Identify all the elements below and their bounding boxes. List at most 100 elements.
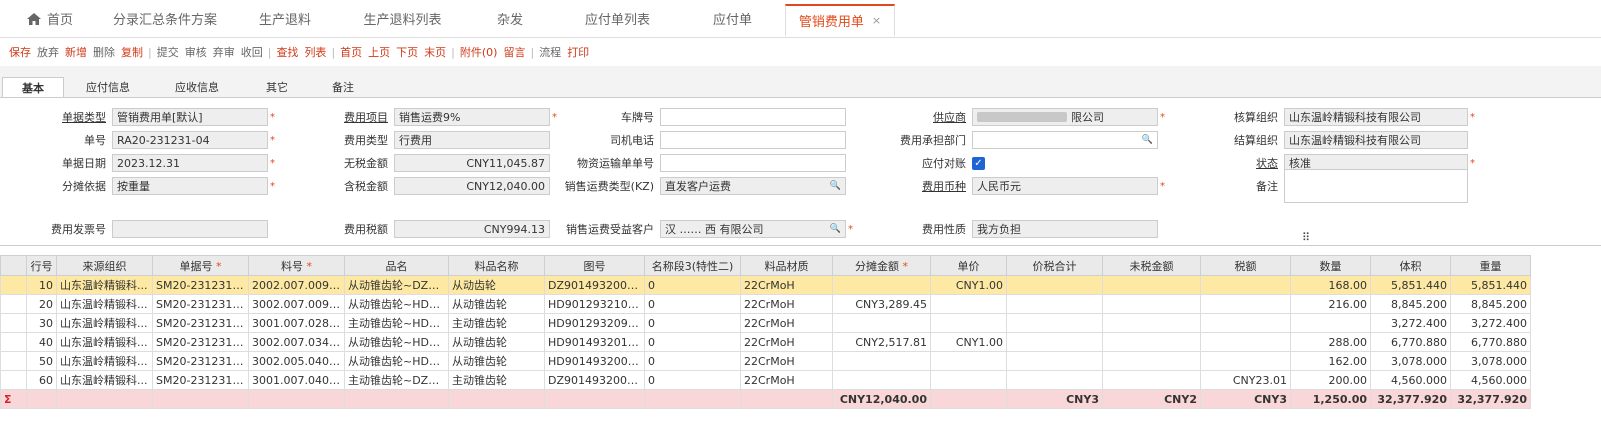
field-input[interactable]: 行费用 [394, 131, 550, 149]
field-label[interactable]: 供应商 [860, 109, 972, 125]
table-row[interactable]: 60 山东温岭精锻科... SM20-231231008 3001.007.04000… [0, 370, 1531, 390]
grid-settings-icon[interactable]: ⠿ [1302, 231, 1310, 244]
column-header[interactable]: 分摊金额 * [832, 255, 931, 276]
field-input[interactable]: 直发客户运费 🔍 [660, 177, 846, 195]
field-input[interactable]: 限公司 [972, 108, 1158, 126]
toolbar-button-9[interactable]: 查找 [273, 44, 301, 60]
field-label[interactable]: 单据类型 [0, 109, 112, 125]
column-header[interactable]: 行号 [26, 255, 57, 276]
field-input[interactable]: 我方负担 [972, 220, 1158, 238]
column-header[interactable]: 单据号 * [152, 255, 249, 276]
tab-1[interactable]: 分录汇总条件方案 [100, 0, 230, 37]
search-icon[interactable]: 🔍 [830, 181, 841, 191]
column-header-label: 体积 [1399, 259, 1422, 273]
toolbar-button-14[interactable]: 末页 [421, 44, 449, 60]
field-label[interactable]: 费用项目 [282, 109, 394, 125]
close-icon[interactable]: × [872, 14, 881, 27]
field-input[interactable]: CNY11,045.87 [394, 154, 550, 172]
field-input[interactable]: CNY994.13 [394, 220, 550, 238]
field-label[interactable]: 状态 [1172, 155, 1284, 171]
column-header[interactable]: 料品材质 [740, 255, 833, 276]
table-row[interactable]: 40 山东温岭精锻科... SM20-231231008 3002.007.03485… [0, 332, 1531, 352]
toolbar-button-11[interactable]: 首页 [337, 44, 365, 60]
toolbar-button-2[interactable]: 新增 [62, 44, 90, 60]
table-cell: HD90129320999 [544, 313, 645, 333]
table-cell [0, 351, 27, 371]
column-header[interactable] [0, 255, 27, 276]
field-label: 单号 [84, 134, 106, 147]
toolbar-button-13[interactable]: 下页 [393, 44, 421, 60]
toolbar-button-7[interactable]: 弃审 [210, 44, 238, 60]
search-icon[interactable]: 🔍 [1142, 135, 1153, 145]
table-cell: 8,845.200 [1450, 294, 1531, 314]
column-header[interactable]: 单价 [930, 255, 1007, 276]
field-input[interactable]: CNY12,040.00 [394, 177, 550, 195]
field-input[interactable]: 销售运费9% [394, 108, 550, 126]
field-input[interactable]: 2023.12.31 [112, 154, 268, 172]
search-icon[interactable]: 🔍 [830, 224, 841, 234]
toolbar-button-0[interactable]: 保存 [6, 44, 34, 60]
toolbar-button-8[interactable]: 收回 [238, 44, 266, 60]
toolbar-button-1[interactable]: 放弃 [34, 44, 62, 60]
field-label[interactable]: 费用币种 [860, 178, 972, 194]
field-input[interactable]: 山东温岭精锻科技有限公司 [1284, 131, 1468, 149]
toolbar-button-16[interactable]: 留言 [500, 44, 528, 60]
subtab-2[interactable]: 应收信息 [152, 77, 242, 97]
toolbar-button-17[interactable]: 流程 [536, 44, 564, 60]
table-cell: 10 [26, 275, 57, 295]
tab-5[interactable]: 应付单列表 [555, 0, 680, 37]
column-header[interactable]: 价税合计 [1006, 255, 1103, 276]
column-header[interactable]: 体积 [1370, 255, 1451, 276]
column-header[interactable]: 名称段3(特性二) [644, 255, 741, 276]
table-row[interactable]: 20 山东温岭精锻科... SM20-231231008 3002.007.00941… [0, 294, 1531, 314]
field-input[interactable]: 汉 …… 西 有限公司 🔍 [660, 220, 846, 238]
field-input[interactable]: RA20-231231-04 [112, 131, 268, 149]
toolbar-button-3[interactable]: 删除 [90, 44, 118, 60]
tab-6[interactable]: 应付单 [680, 0, 785, 37]
column-header-label: 单据号 [179, 259, 213, 273]
field-input[interactable] [660, 154, 846, 172]
column-header[interactable]: 图号 [544, 255, 645, 276]
table-row[interactable]: 50 山东温岭精锻科... SM20-231231008 3002.005.04014… [0, 351, 1531, 371]
toolbar-button-12[interactable]: 上页 [365, 44, 393, 60]
column-header[interactable]: 重量 [1450, 255, 1531, 276]
tab-3[interactable]: 生产退料列表 [340, 0, 465, 37]
field-input[interactable] [660, 108, 846, 126]
column-header[interactable]: 料号 * [248, 255, 345, 276]
subtab-0[interactable]: 基本 [2, 77, 64, 97]
field-input[interactable]: 管销费用单[默认] [112, 108, 268, 126]
subtab-3[interactable]: 其它 [242, 77, 312, 97]
table-cell [1006, 370, 1103, 390]
field-input[interactable]: 山东温岭精锻科技有限公司 [1284, 108, 1468, 126]
subtab-1[interactable]: 应付信息 [64, 77, 152, 97]
field-input[interactable]: 按重量 [112, 177, 268, 195]
reconcile-checkbox[interactable]: ✓ [972, 156, 985, 170]
table-cell: 3002.007.00941 [248, 294, 345, 314]
column-header[interactable]: 税额 [1200, 255, 1291, 276]
field-input[interactable]: 人民币元 [972, 177, 1158, 195]
tab-7[interactable]: 管销费用单 × [785, 4, 895, 37]
toolbar-button-18[interactable]: 打印 [564, 44, 592, 60]
subtab-4[interactable]: 备注 [312, 77, 374, 97]
toolbar-button-6[interactable]: 审核 [182, 44, 210, 60]
column-header[interactable]: 未税金额 [1102, 255, 1201, 276]
toolbar-button-4[interactable]: 复制 [118, 44, 146, 60]
tab-2[interactable]: 生产退料 [230, 0, 340, 37]
field-input[interactable] [660, 131, 846, 149]
toolbar-button-15[interactable]: 附件(0) [457, 44, 501, 60]
table-row[interactable]: 30 山东温岭精锻科... SM20-231231008 3001.007.02867… [0, 313, 1531, 333]
column-header[interactable]: 来源组织 [56, 255, 153, 276]
sum-cell: CNY3 [1200, 389, 1291, 409]
sum-cell [56, 389, 153, 409]
field-input[interactable] [1284, 169, 1468, 203]
column-header[interactable]: 数量 [1290, 255, 1371, 276]
field-input[interactable]: 🔍 [972, 131, 1158, 149]
column-header[interactable]: 料品名称 [448, 255, 545, 276]
column-header[interactable]: 品名 [344, 255, 449, 276]
field-input[interactable] [112, 220, 268, 238]
table-row[interactable]: 10 山东温岭精锻科... SM20-231231003 2002.007.00973… [0, 275, 1531, 295]
tab-0[interactable]: 首页 [0, 0, 100, 37]
tab-4[interactable]: 杂发 [465, 0, 555, 37]
toolbar-button-5[interactable]: 提交 [154, 44, 182, 60]
toolbar-button-10[interactable]: 列表 [301, 44, 329, 60]
